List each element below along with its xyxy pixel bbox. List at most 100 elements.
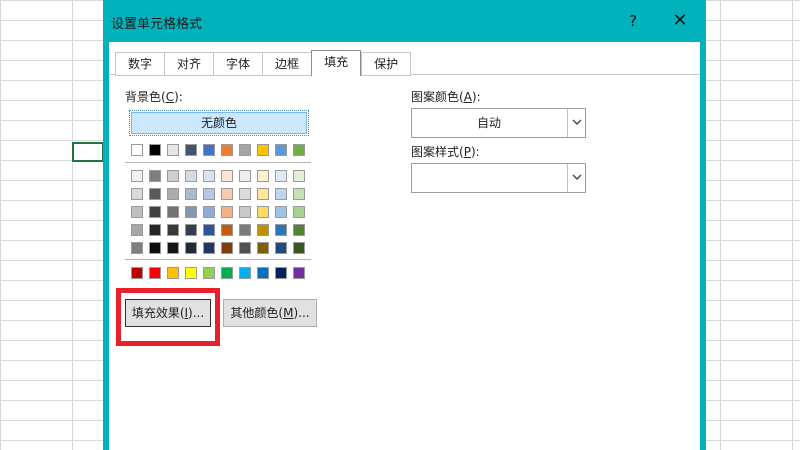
tab-alignment[interactable]: 对齐 bbox=[164, 52, 214, 76]
theme-shade-row bbox=[131, 188, 305, 200]
theme-shade-swatch[interactable] bbox=[239, 206, 251, 218]
theme-shade-swatch[interactable] bbox=[221, 242, 233, 254]
theme-shade-swatch[interactable] bbox=[293, 242, 305, 254]
tab-fill[interactable]: 填充 bbox=[311, 50, 362, 76]
theme-shade-swatch[interactable] bbox=[203, 224, 215, 236]
theme-shade-swatch[interactable] bbox=[149, 242, 161, 254]
theme-shade-swatch[interactable] bbox=[131, 170, 143, 182]
standard-color-swatch[interactable] bbox=[131, 267, 143, 279]
theme-color-swatch[interactable] bbox=[239, 144, 251, 156]
theme-shade-swatch[interactable] bbox=[149, 206, 161, 218]
theme-shade-swatch[interactable] bbox=[131, 242, 143, 254]
theme-shade-swatch[interactable] bbox=[221, 170, 233, 182]
theme-shade-swatch[interactable] bbox=[239, 224, 251, 236]
theme-shade-swatch[interactable] bbox=[275, 206, 287, 218]
theme-shade-swatch[interactable] bbox=[293, 224, 305, 236]
tab-strip: 数字 对齐 字体 边框 填充 保护 bbox=[115, 50, 412, 76]
theme-shade-swatch[interactable] bbox=[275, 242, 287, 254]
theme-shade-swatch[interactable] bbox=[149, 188, 161, 200]
standard-color-swatch[interactable] bbox=[275, 267, 287, 279]
pattern-color-label: 图案颜色(A): bbox=[411, 90, 481, 104]
chevron-down-icon[interactable] bbox=[567, 109, 585, 137]
theme-shade-swatch[interactable] bbox=[167, 206, 179, 218]
standard-color-row bbox=[131, 267, 305, 279]
pattern-style-dropdown[interactable] bbox=[411, 163, 586, 193]
theme-color-swatch[interactable] bbox=[149, 144, 161, 156]
theme-shade-swatch[interactable] bbox=[221, 206, 233, 218]
theme-color-swatch[interactable] bbox=[203, 144, 215, 156]
theme-shade-swatch[interactable] bbox=[221, 224, 233, 236]
chevron-down-icon[interactable] bbox=[567, 164, 585, 192]
theme-shade-swatch[interactable] bbox=[203, 242, 215, 254]
theme-shade-swatch[interactable] bbox=[131, 224, 143, 236]
theme-color-swatch[interactable] bbox=[293, 144, 305, 156]
tab-number[interactable]: 数字 bbox=[115, 52, 165, 76]
theme-shade-swatch[interactable] bbox=[203, 170, 215, 182]
theme-shade-swatch[interactable] bbox=[131, 206, 143, 218]
more-colors-button[interactable]: 其他颜色(M)... bbox=[223, 299, 317, 327]
standard-color-swatch[interactable] bbox=[257, 267, 269, 279]
theme-shade-row bbox=[131, 242, 305, 254]
standard-color-swatch[interactable] bbox=[185, 267, 197, 279]
active-cell[interactable] bbox=[72, 142, 104, 162]
theme-shade-row bbox=[131, 224, 305, 236]
format-cells-dialog: 设置单元格格式 ? ✕ 数字 对齐 字体 边框 填充 保护 背景色(C): 无颜… bbox=[103, 0, 706, 450]
tab-font[interactable]: 字体 bbox=[213, 52, 263, 76]
theme-color-swatch[interactable] bbox=[221, 144, 233, 156]
standard-color-swatch[interactable] bbox=[203, 267, 215, 279]
theme-shade-swatch[interactable] bbox=[239, 188, 251, 200]
theme-shade-swatch[interactable] bbox=[257, 170, 269, 182]
theme-shade-swatch[interactable] bbox=[293, 188, 305, 200]
theme-color-swatch[interactable] bbox=[131, 144, 143, 156]
theme-shade-swatch[interactable] bbox=[275, 224, 287, 236]
theme-shade-swatch[interactable] bbox=[221, 188, 233, 200]
theme-shade-swatch[interactable] bbox=[293, 206, 305, 218]
help-button[interactable]: ? bbox=[622, 10, 644, 32]
theme-shade-swatch[interactable] bbox=[275, 188, 287, 200]
theme-color-swatch[interactable] bbox=[185, 144, 197, 156]
theme-shade-swatch[interactable] bbox=[203, 188, 215, 200]
theme-shade-swatch[interactable] bbox=[203, 206, 215, 218]
theme-shade-swatch[interactable] bbox=[131, 188, 143, 200]
theme-shade-swatch[interactable] bbox=[185, 206, 197, 218]
theme-shade-swatch[interactable] bbox=[167, 224, 179, 236]
standard-color-swatch[interactable] bbox=[167, 267, 179, 279]
theme-shade-swatch[interactable] bbox=[257, 224, 269, 236]
tab-border[interactable]: 边框 bbox=[262, 52, 312, 76]
theme-shade-swatch[interactable] bbox=[293, 170, 305, 182]
theme-color-swatch[interactable] bbox=[275, 144, 287, 156]
theme-shade-swatch[interactable] bbox=[167, 170, 179, 182]
dialog-titlebar[interactable]: 设置单元格格式 ? ✕ bbox=[103, 0, 706, 42]
theme-shade-row bbox=[131, 206, 305, 218]
tab-protection[interactable]: 保护 bbox=[361, 52, 412, 76]
no-color-button[interactable]: 无颜色 bbox=[129, 110, 309, 136]
theme-color-row bbox=[131, 144, 305, 156]
close-button[interactable]: ✕ bbox=[669, 10, 691, 32]
standard-color-swatch[interactable] bbox=[221, 267, 233, 279]
theme-color-swatch[interactable] bbox=[257, 144, 269, 156]
theme-shade-swatch[interactable] bbox=[185, 188, 197, 200]
theme-shade-swatch[interactable] bbox=[275, 170, 287, 182]
theme-shade-swatch[interactable] bbox=[149, 170, 161, 182]
pattern-color-dropdown[interactable]: 自动 bbox=[411, 108, 586, 138]
theme-shade-swatch[interactable] bbox=[257, 188, 269, 200]
theme-shade-swatch[interactable] bbox=[239, 170, 251, 182]
theme-shade-swatch[interactable] bbox=[185, 170, 197, 182]
standard-color-swatch[interactable] bbox=[239, 267, 251, 279]
palette-divider bbox=[125, 259, 311, 260]
theme-shade-swatch[interactable] bbox=[149, 224, 161, 236]
theme-shade-swatch[interactable] bbox=[167, 188, 179, 200]
theme-shade-swatch[interactable] bbox=[257, 242, 269, 254]
highlight-annotation bbox=[116, 288, 220, 346]
dialog-title: 设置单元格格式 bbox=[111, 17, 203, 32]
pattern-style-label: 图案样式(P): bbox=[411, 145, 480, 159]
theme-color-swatch[interactable] bbox=[167, 144, 179, 156]
theme-shade-swatch[interactable] bbox=[167, 242, 179, 254]
standard-color-swatch[interactable] bbox=[293, 267, 305, 279]
theme-shade-swatch[interactable] bbox=[185, 242, 197, 254]
standard-color-swatch[interactable] bbox=[149, 267, 161, 279]
theme-shade-swatch[interactable] bbox=[239, 242, 251, 254]
theme-shade-swatch[interactable] bbox=[185, 224, 197, 236]
theme-shade-swatch[interactable] bbox=[257, 206, 269, 218]
pattern-color-value: 自动 bbox=[476, 116, 501, 130]
